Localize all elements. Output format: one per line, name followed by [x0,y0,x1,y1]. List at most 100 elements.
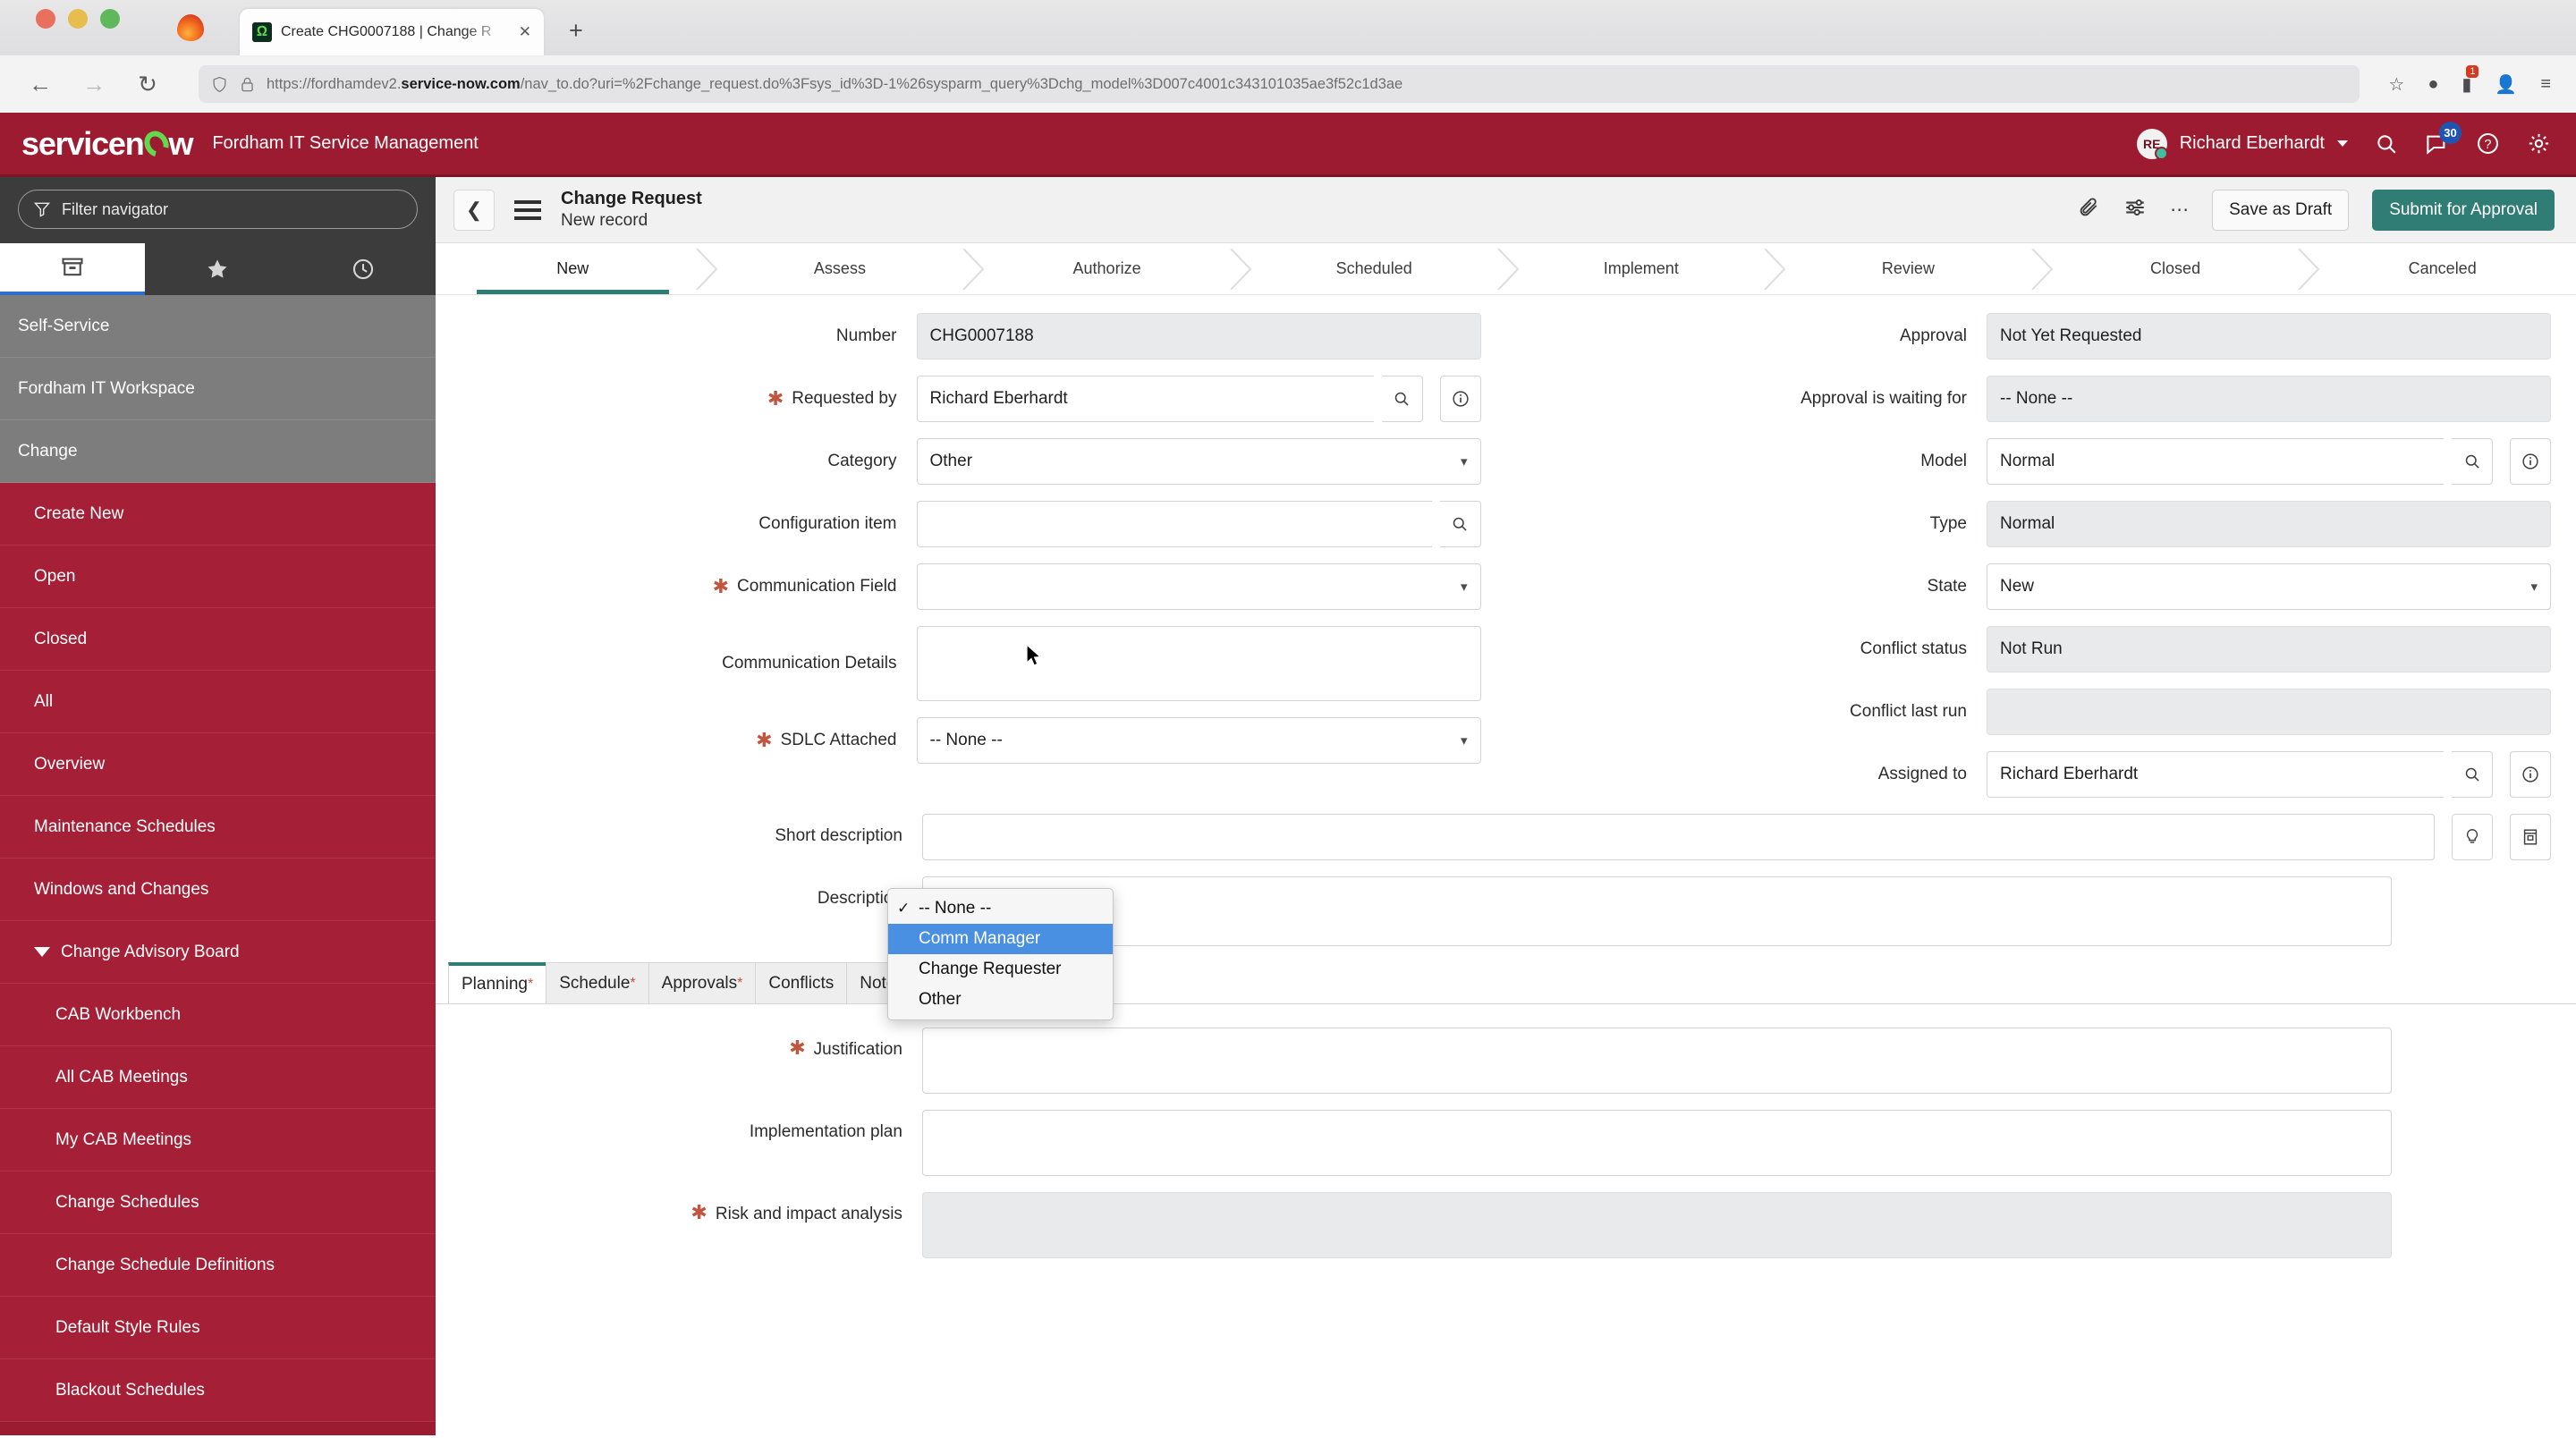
sidebar-item-blackout-schedules[interactable]: Blackout Schedules [0,1359,436,1422]
form-section-tabs[interactable]: Planning * Schedule * Approvals * Conflicts Not… [436,962,2576,1004]
assigned-to-input[interactable]: Richard Eberhardt [1987,751,2444,798]
communication-field-dropdown[interactable]: ✓ -- None -- Comm Manager Change Requester O… [887,888,1114,1020]
forward-arrow-icon[interactable]: → [79,71,109,98]
minimize-window-button[interactable] [68,9,88,29]
stage-implement[interactable]: Implement [1508,243,1786,294]
sidebar-item-overview[interactable]: Overview [0,733,436,796]
address-bar[interactable]: https://fordhamdev2.service-now.com/nav_… [199,65,2360,103]
filter-navigator-input[interactable]: Filter navigator [62,200,168,219]
stage-review[interactable]: Review [1775,243,2054,294]
extensions-icon[interactable]: ▮ 1 [2462,64,2479,96]
dropdown-option-change-requester[interactable]: Change Requester [888,954,1113,985]
paperclip-icon[interactable] [2077,196,2100,224]
sidebar-item-windows-and-changes[interactable]: Windows and Changes [0,859,436,921]
communication-field-select[interactable]: ▾ [916,563,1481,610]
gear-icon[interactable] [2527,131,2551,156]
search-icon[interactable] [2375,132,2398,156]
dropdown-option-other[interactable]: Other [888,985,1113,1015]
description-textarea[interactable] [921,876,2392,946]
submit-for-approval-button[interactable]: Submit for Approval [2372,189,2555,231]
stage-label: Closed [2150,259,2201,277]
sidebar-item-list[interactable]: Self-Service Fordham IT Workspace Change Cr… [0,295,436,1435]
dropdown-option-none[interactable]: ✓ -- None -- [888,893,1113,924]
maximize-window-button[interactable] [100,9,120,29]
star-icon[interactable]: ☆ [2388,73,2404,96]
save-to-pocket-icon[interactable]: ● [2428,74,2438,95]
category-select[interactable]: Other ▾ [916,438,1481,485]
assigned-to-lookup-button[interactable] [2452,751,2493,798]
short-description-suggestion-button[interactable] [2452,814,2493,860]
stage-closed[interactable]: Closed [2042,243,2320,294]
account-icon[interactable]: 👤 [2495,73,2517,96]
tab-conflicts[interactable]: Conflicts [755,962,848,1003]
stage-canceled[interactable]: Canceled [2309,243,2576,294]
sidebar-tab-all[interactable] [0,243,146,295]
stage-new[interactable]: New [439,243,718,294]
back-chevron-icon[interactable]: ❮ [453,189,495,231]
dropdown-option-comm-manager[interactable]: Comm Manager [888,924,1113,954]
sidebar-item-label: Blackout Schedules [55,1380,205,1400]
sidebar-item-self-service[interactable]: Self-Service [0,295,436,358]
configuration-item-input[interactable] [916,501,1432,547]
sliders-icon[interactable] [2123,196,2147,224]
sidebar-item-my-cab-meetings[interactable]: My CAB Meetings [0,1109,436,1172]
conversations-icon[interactable]: 30 [2425,122,2462,156]
stage-scheduled[interactable]: Scheduled [1241,243,1519,294]
short-description-input[interactable] [921,814,2435,860]
state-select[interactable]: New ▾ [1987,563,2551,610]
sidebar-item-change-schedules[interactable]: Change Schedules [0,1172,436,1234]
tab-planning[interactable]: Planning * [448,962,547,1003]
sidebar-item-default-style-rules[interactable]: Default Style Rules [0,1297,436,1359]
model-info-button[interactable] [2510,438,2551,485]
short-description-knowledge-button[interactable] [2510,814,2551,860]
help-icon[interactable]: ? [2476,131,2500,156]
browser-tab[interactable]: Ω Create CHG0007188 | Change R ✕ [240,9,544,55]
communication-details-textarea[interactable] [916,626,1481,701]
sidebar-item-create-new[interactable]: Create New [0,483,436,546]
risk-impact-textarea[interactable] [921,1192,2392,1258]
sidebar-item-fordham-it-workspace[interactable]: Fordham IT Workspace [0,358,436,420]
stage-authorize[interactable]: Authorize [973,243,1252,294]
sidebar-item-maintenance-schedules[interactable]: Maintenance Schedules [0,796,436,859]
sidebar-item-change[interactable]: Change [0,420,436,483]
tab-approvals[interactable]: Approvals * [648,962,757,1003]
window-controls[interactable] [36,0,120,55]
sidebar-tab-history[interactable] [291,243,436,295]
context-menu-icon[interactable] [514,199,541,220]
sdlc-attached-select[interactable]: -- None -- ▾ [916,717,1481,764]
save-as-draft-button[interactable]: Save as Draft [2212,189,2350,231]
sidebar-item-change-schedule-definitions[interactable]: Change Schedule Definitions [0,1234,436,1297]
more-options-icon[interactable]: ⋯ [2170,199,2189,221]
model-lookup-button[interactable] [2452,438,2493,485]
back-arrow-icon[interactable]: ← [25,71,55,98]
requested-by-info-button[interactable] [1439,376,1481,422]
sidebar-item-change-advisory-board[interactable]: Change Advisory Board [0,921,436,984]
close-window-button[interactable] [36,9,55,29]
sidebar-item-closed[interactable]: Closed [0,608,436,671]
model-input[interactable]: Normal [1987,438,2444,485]
checkmark-icon: ✓ [897,900,911,917]
requested-by-lookup-button[interactable] [1381,376,1423,422]
filter-navigator[interactable]: Filter navigator [18,190,418,229]
sidebar-item-all[interactable]: All [0,671,436,733]
sidebar-tab-favorites[interactable] [145,243,290,295]
servicenow-logo[interactable]: servicen w [21,125,194,163]
tab-schedule[interactable]: Schedule * [546,962,649,1003]
stage-assess[interactable]: Assess [707,243,985,294]
assigned-to-info-button[interactable] [2510,751,2551,798]
chevron-down-icon[interactable] [2337,140,2348,147]
close-icon[interactable]: ✕ [519,23,531,41]
new-tab-button[interactable]: + [569,17,583,45]
implementation-plan-textarea[interactable] [921,1110,2392,1176]
sidebar-item-all-cab-meetings[interactable]: All CAB Meetings [0,1046,436,1109]
user-menu[interactable]: RE Richard Eberhardt [2136,128,2348,160]
sidebar-item-label: Windows and Changes [34,879,209,899]
justification-textarea[interactable] [921,1028,2392,1094]
configuration-item-lookup-button[interactable] [1439,501,1481,547]
required-asterisk-icon: * [630,975,636,991]
hamburger-menu-icon[interactable]: ≡ [2540,74,2551,95]
reload-icon[interactable]: ↻ [132,71,163,98]
sidebar-item-open[interactable]: Open [0,546,436,608]
requested-by-input[interactable]: Richard Eberhardt [916,376,1374,422]
sidebar-item-cab-workbench[interactable]: CAB Workbench [0,984,436,1046]
